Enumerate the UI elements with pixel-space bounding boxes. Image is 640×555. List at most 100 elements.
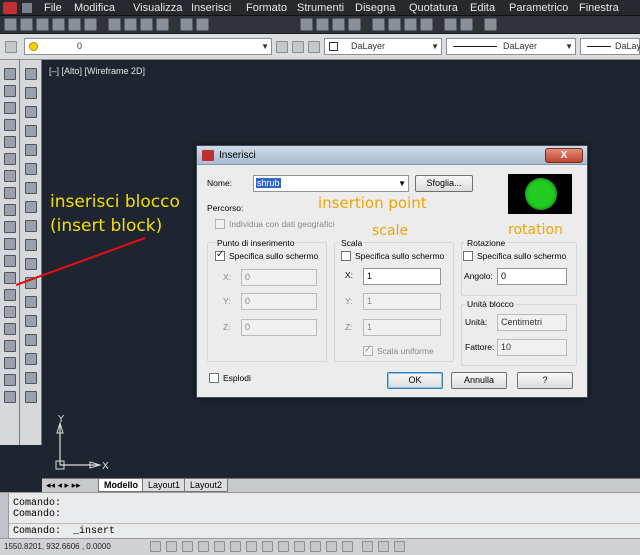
multiline-text-tool-icon[interactable]: [4, 374, 16, 386]
scale-onscreen-checkbox[interactable]: [341, 251, 351, 261]
otrack-toggle-icon[interactable]: [246, 541, 257, 552]
publish-icon[interactable]: [84, 18, 97, 31]
app-menu-button[interactable]: [3, 2, 17, 14]
array-tool-icon[interactable]: [25, 144, 37, 156]
design-center-icon[interactable]: [388, 18, 401, 31]
viewport-controls-label[interactable]: [–] [Alto] [Wireframe 2D]: [49, 66, 145, 76]
mirror-tool-icon[interactable]: [25, 106, 37, 118]
ok-button[interactable]: OK: [387, 372, 443, 389]
tab-nav-arrows-icon[interactable]: ◂◂ ◂ ▸ ▸▸: [46, 480, 81, 491]
quick-view-layouts-icon[interactable]: [378, 541, 389, 552]
name-combo[interactable]: shrub ▼: [253, 175, 409, 192]
fillet-tool-icon[interactable]: [25, 353, 37, 365]
polar-toggle-icon[interactable]: [198, 541, 209, 552]
3d-osnap-toggle-icon[interactable]: [230, 541, 241, 552]
tab-layout2[interactable]: Layout2: [184, 479, 229, 492]
arc-tool-icon[interactable]: [4, 153, 16, 165]
help-button[interactable]: ?: [517, 372, 573, 389]
copy-tool-icon[interactable]: [25, 87, 37, 99]
insertion-onscreen-checkbox[interactable]: ✓: [215, 249, 225, 261]
ortho-toggle-icon[interactable]: [182, 541, 193, 552]
layer-previous-icon[interactable]: [292, 41, 304, 53]
quick-view-drawings-icon[interactable]: [394, 541, 405, 552]
color-combo[interactable]: DaLayer ▼: [324, 38, 442, 55]
transparency-toggle-icon[interactable]: [310, 541, 321, 552]
menu-item-strumenti[interactable]: Strumenti: [297, 1, 344, 15]
tab-model[interactable]: Modello: [98, 479, 144, 492]
break-tool-icon[interactable]: [25, 296, 37, 308]
quick-properties-toggle-icon[interactable]: [326, 541, 337, 552]
save-icon[interactable]: [36, 18, 49, 31]
scale-y-field[interactable]: 1: [363, 293, 441, 310]
break-at-point-tool-icon[interactable]: [25, 277, 37, 289]
layer-states-icon[interactable]: [308, 41, 320, 53]
grid-toggle-icon[interactable]: [166, 541, 177, 552]
point-tool-icon[interactable]: [4, 289, 16, 301]
cancel-button[interactable]: Annulla: [451, 372, 507, 389]
redo-icon[interactable]: [196, 18, 209, 31]
make-current-layer-icon[interactable]: [276, 41, 288, 53]
gradient-tool-icon[interactable]: [4, 323, 16, 335]
selection-cycling-toggle-icon[interactable]: [342, 541, 353, 552]
tab-layout1[interactable]: Layout1: [142, 479, 187, 492]
quick-access-icons[interactable]: [22, 3, 32, 13]
properties-icon[interactable]: [372, 18, 385, 31]
offset-tool-icon[interactable]: [25, 125, 37, 137]
construction-line-tool-icon[interactable]: [4, 85, 16, 97]
match-properties-icon[interactable]: [156, 18, 169, 31]
region-tool-icon[interactable]: [4, 340, 16, 352]
lineweight-toggle-icon[interactable]: [294, 541, 305, 552]
menu-item-formato[interactable]: Formato: [246, 1, 287, 15]
scale-z-field[interactable]: 1: [363, 319, 441, 336]
menu-item-file[interactable]: File: [44, 1, 62, 15]
plot-preview-icon[interactable]: [68, 18, 81, 31]
spline-tool-icon[interactable]: [4, 204, 16, 216]
markup-icon[interactable]: [444, 18, 457, 31]
new-file-icon[interactable]: [4, 18, 17, 31]
linetype-combo[interactable]: DaLayer ▼: [446, 38, 576, 55]
zoom-realtime-icon[interactable]: [316, 18, 329, 31]
menu-item-edita[interactable]: Edita: [470, 1, 495, 15]
uniform-scale-checkbox[interactable]: ✓: [363, 344, 373, 356]
command-window-grip-icon[interactable]: [0, 493, 9, 539]
copy-icon[interactable]: [124, 18, 137, 31]
menu-item-finestra[interactable]: Finestra: [579, 1, 619, 15]
make-block-tool-icon[interactable]: [4, 272, 16, 284]
circle-tool-icon[interactable]: [4, 170, 16, 182]
rotation-onscreen-checkbox[interactable]: [463, 251, 473, 261]
polyline-tool-icon[interactable]: [4, 102, 16, 114]
sheet-set-icon[interactable]: [420, 18, 433, 31]
line-tool-icon[interactable]: [4, 68, 16, 80]
open-file-icon[interactable]: [20, 18, 33, 31]
move-tool-icon[interactable]: [25, 163, 37, 175]
polygon-tool-icon[interactable]: [4, 119, 16, 131]
blend-curves-tool-icon[interactable]: [25, 372, 37, 384]
scale-tool-icon[interactable]: [25, 201, 37, 213]
stretch-tool-icon[interactable]: [25, 220, 37, 232]
coordinates-readout[interactable]: 1550.8201, 932.6606 , 0.0000: [4, 542, 111, 551]
extend-tool-icon[interactable]: [25, 258, 37, 270]
insertion-z-field[interactable]: 0: [241, 319, 317, 336]
lineweight-combo[interactable]: DaLayer: [580, 38, 640, 55]
chamfer-tool-icon[interactable]: [25, 334, 37, 346]
tool-palettes-icon[interactable]: [404, 18, 417, 31]
dialog-title-bar[interactable]: Inserisci X: [197, 146, 587, 165]
help-icon[interactable]: [484, 18, 497, 31]
menu-item-inserisci[interactable]: Inserisci: [191, 1, 231, 15]
ellipse-arc-tool-icon[interactable]: [4, 238, 16, 250]
layer-manager-icon[interactable]: [5, 41, 17, 53]
cut-icon[interactable]: [108, 18, 121, 31]
model-space-icon[interactable]: [362, 541, 373, 552]
snap-toggle-icon[interactable]: [150, 541, 161, 552]
scale-x-field[interactable]: 1: [363, 268, 441, 285]
ellipse-tool-icon[interactable]: [4, 221, 16, 233]
erase-tool-icon[interactable]: [25, 68, 37, 80]
ducs-toggle-icon[interactable]: [262, 541, 273, 552]
rectangle-tool-icon[interactable]: [4, 136, 16, 148]
command-input[interactable]: _insert: [73, 526, 115, 537]
menu-item-visualizza[interactable]: Visualizza: [133, 1, 182, 15]
insertion-y-field[interactable]: 0: [241, 293, 317, 310]
close-button[interactable]: X: [545, 148, 583, 163]
join-tool-icon[interactable]: [25, 315, 37, 327]
paste-icon[interactable]: [140, 18, 153, 31]
